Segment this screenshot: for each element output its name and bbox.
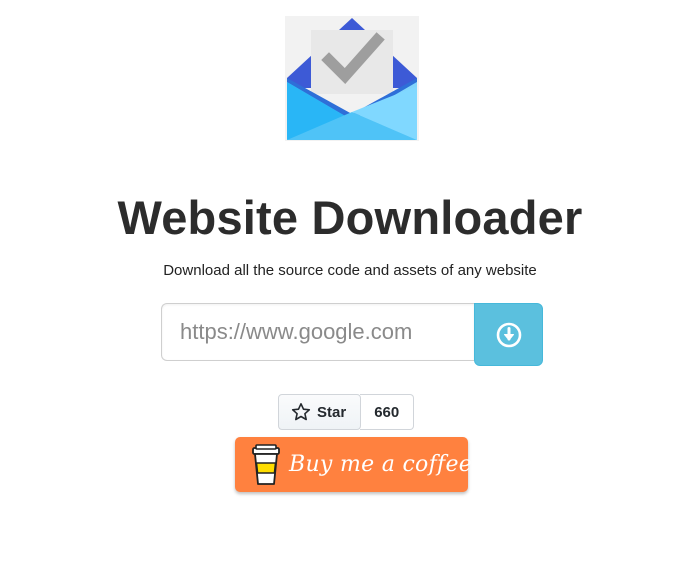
buy-me-a-coffee-label: Buy me a coffee: [289, 452, 473, 477]
github-star-label: Star: [317, 403, 347, 421]
github-star-button[interactable]: Star: [278, 394, 362, 430]
download-button[interactable]: [474, 303, 543, 366]
page-title: Website Downloader: [117, 191, 583, 244]
app-logo: [285, 16, 419, 141]
url-input[interactable]: [161, 303, 474, 361]
github-star-widget: Star 660: [278, 394, 415, 430]
arrow-down-circle-icon: [496, 322, 521, 347]
inbox-envelope-check-icon: [287, 18, 417, 140]
page-subtitle: Download all the source code and assets …: [163, 262, 537, 279]
github-star-count[interactable]: 660: [360, 394, 415, 430]
coffee-cup-icon: [251, 437, 281, 492]
star-outline-icon: [291, 402, 311, 422]
buy-me-a-coffee-button[interactable]: Buy me a coffee: [235, 437, 472, 492]
